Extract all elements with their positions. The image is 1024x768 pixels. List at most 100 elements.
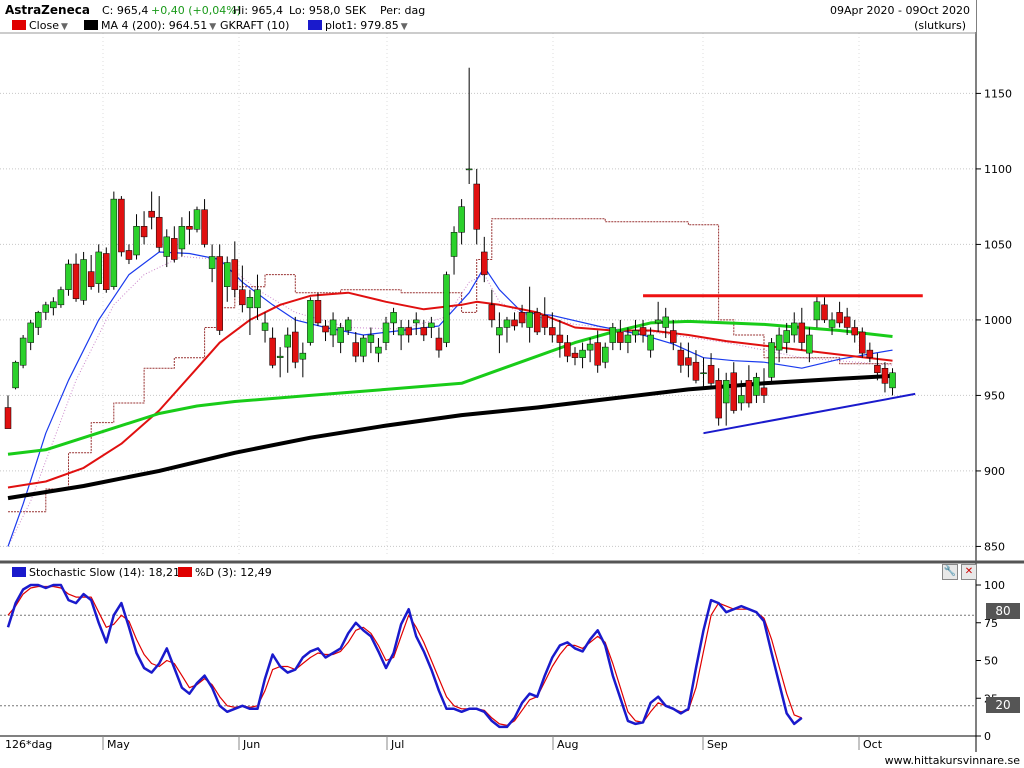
candle-up — [246, 297, 254, 309]
candle-up — [496, 327, 503, 336]
candle-up — [647, 334, 654, 351]
candle-down — [125, 250, 133, 260]
candle-up — [34, 312, 42, 328]
wrench-icon[interactable]: 🔧 — [942, 564, 958, 580]
stoch-tick-label: 50 — [984, 655, 998, 668]
chart-background — [0, 0, 1024, 768]
candle-up — [450, 232, 458, 257]
candle-down — [322, 325, 329, 333]
legend-gkraft[interactable]: GKRAFT (10) — [220, 19, 289, 32]
legend-plot1[interactable]: plot1: 979.85 ▼ — [308, 19, 408, 32]
legend-swatch — [178, 567, 192, 577]
candle-up — [276, 355, 284, 358]
candle-down — [239, 289, 246, 306]
candle-up — [223, 262, 231, 287]
chart-header: AstraZeneca C: 965,4 +0,40 (+0,04%) Hi: … — [0, 0, 976, 17]
candle-up — [65, 263, 72, 290]
candle-up — [12, 361, 19, 389]
close-icon[interactable]: ✕ — [961, 564, 977, 580]
legend-swatch — [308, 20, 322, 30]
candle-down — [118, 198, 125, 253]
chevron-down-icon[interactable]: ▼ — [61, 22, 68, 32]
candle-up — [390, 312, 397, 324]
legend-swatch — [84, 20, 98, 30]
legend-label: plot1: 979.85 — [325, 19, 399, 32]
candle-up — [738, 395, 745, 404]
candle-down — [670, 330, 677, 343]
candle-down — [473, 183, 480, 230]
candle-down — [874, 364, 881, 374]
candle-down — [186, 226, 193, 230]
candle-up — [503, 319, 511, 328]
candle-down — [216, 256, 223, 331]
candle-up — [790, 322, 798, 336]
legend-label: Stochastic Slow (14): 18,21 — [29, 566, 180, 579]
chevron-down-icon[interactable]: ▼ — [209, 22, 216, 32]
candle-down — [518, 312, 526, 324]
stochastic-legend: Stochastic Slow (14): 18,21 %D (3): 12,4… — [0, 564, 977, 580]
candle-down — [87, 271, 95, 287]
candle-up — [458, 206, 465, 233]
price-tick-label: 1150 — [984, 87, 1012, 100]
legend-ma200[interactable]: MA 4 (200): 964.51 ▼ — [84, 19, 216, 32]
legend-label: Close — [29, 19, 59, 32]
legend-percent-d[interactable]: %D (3): 12,49 — [178, 566, 272, 579]
price-tick-label: 1050 — [984, 238, 1012, 251]
candle-up — [609, 327, 617, 343]
candle-down — [231, 259, 239, 290]
candle-down — [533, 312, 541, 333]
candle-up — [768, 342, 775, 378]
time-axis-label: Jun — [242, 738, 260, 751]
candle-down — [745, 380, 753, 404]
candle-up — [337, 327, 344, 343]
candle-up — [397, 327, 405, 336]
candle-down — [798, 322, 806, 343]
candle-up — [329, 319, 337, 336]
candle-up — [133, 226, 140, 256]
candle-up — [775, 334, 783, 351]
candle-down — [851, 327, 858, 336]
candle-down — [481, 251, 488, 275]
candle-down — [148, 210, 155, 218]
candle-up — [57, 289, 65, 306]
price-tick-label: 850 — [984, 540, 1005, 553]
candle-down — [405, 327, 412, 336]
candle-up — [654, 319, 662, 324]
legend-close[interactable]: Close ▼ — [12, 19, 68, 32]
footer-url[interactable]: www.hittakursvinnare.se — [885, 754, 1020, 767]
candle-down — [821, 304, 828, 321]
candle-down — [314, 300, 322, 324]
candle-up — [208, 256, 216, 269]
legend-stochastic[interactable]: Stochastic Slow (14): 18,21 — [12, 566, 180, 579]
candle-down — [171, 238, 178, 260]
candle-down — [564, 342, 571, 357]
candle-up — [586, 343, 594, 351]
candle-up — [360, 337, 367, 357]
candle-down — [594, 342, 601, 366]
stoch-lower-badge: 20 — [986, 697, 1020, 713]
candle-up — [624, 334, 632, 343]
candle-up — [722, 380, 730, 404]
time-axis-label: 126*dag — [5, 738, 52, 751]
legend-bar: Close ▼ MA 4 (200): 964.51 ▼ GKRAFT (10) p… — [0, 16, 976, 32]
candle-down — [859, 331, 866, 354]
candle-up — [806, 334, 813, 354]
candle-down — [488, 304, 496, 321]
candle-down — [730, 372, 738, 411]
price-tick-label: 950 — [984, 389, 1005, 402]
price-tick-label: 900 — [984, 465, 1005, 478]
candle-down — [760, 387, 768, 396]
candle-up — [193, 209, 201, 230]
candle-up — [19, 337, 27, 366]
time-axis-label: Oct — [863, 738, 883, 751]
candle-up — [443, 274, 450, 343]
candle-up — [254, 289, 261, 309]
candle-up — [783, 330, 790, 343]
candle-up — [889, 372, 896, 389]
candle-down — [549, 327, 556, 336]
chevron-down-icon[interactable]: ▼ — [401, 22, 408, 32]
candle-up — [601, 346, 609, 363]
candle-up — [178, 226, 186, 250]
time-axis-label: May — [107, 738, 130, 751]
price-mode: (slutkurs) — [914, 19, 966, 32]
